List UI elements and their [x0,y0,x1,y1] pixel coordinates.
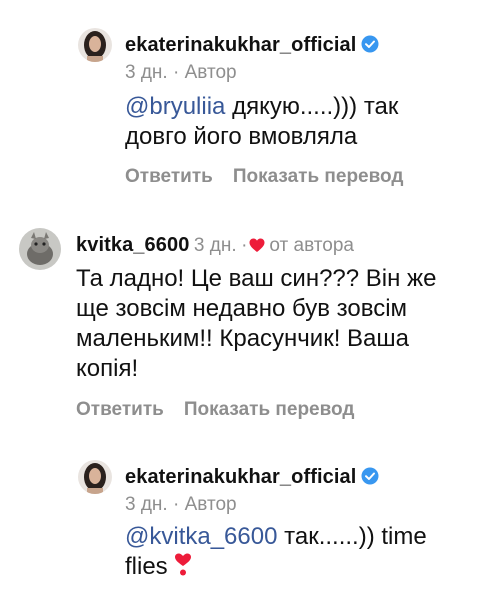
username[interactable]: ekaterinakukhar_official [125,34,356,56]
liked-by-author-label: от автора [269,235,354,256]
mention-link[interactable]: @bryuliia [125,93,225,120]
separator: · [173,62,180,83]
comment-text-line: маленьким!! Красунчик! Ваша [76,325,409,352]
comment-text-line: Та ладно! Це ваш син??? Він же [76,265,437,292]
timestamp: 3 дн. [125,494,168,515]
author-tag: Автор [184,494,237,515]
comment-text: @bryuliia дякую.....))) так довго його в… [125,92,470,152]
mention-link[interactable]: @kvitka_6600 [125,523,277,550]
comment-text-line: копія! [76,355,139,382]
comment-text: @kvitka_6600 так......)) time flies [125,522,470,585]
show-translation-button[interactable]: Показать перевод [184,399,355,420]
username[interactable]: kvitka_6600 [76,234,189,256]
comment-text-line: flies [125,553,175,580]
heart-exclamation-emoji [174,553,192,585]
comment-text-line: дякую.....))) так [225,93,399,120]
timestamp: 3 дн. [193,235,237,256]
comment-text-line: так......)) time [277,523,427,550]
verified-badge-icon [361,35,379,58]
author-tag: Автор [184,62,237,83]
avatar[interactable] [78,460,112,494]
timestamp: 3 дн. [125,62,168,83]
username[interactable]: ekaterinakukhar_official [125,466,356,488]
comment-text-line: довго його вмовляла [125,123,358,150]
show-translation-button[interactable]: Показать перевод [233,166,404,187]
avatar[interactable] [78,28,112,62]
verified-badge-icon [361,467,379,490]
comment-text-line: ще зовсім недавно був зовсім [76,295,408,322]
avatar[interactable] [19,228,61,270]
separator: · [173,494,180,515]
reply-button[interactable]: Ответить [76,399,164,420]
separator: · [241,235,248,256]
comment-text: Та ладно! Це ваш син??? Він же ще зовсім… [76,264,476,384]
reply-button[interactable]: Ответить [125,166,213,187]
heart-icon [249,238,265,258]
